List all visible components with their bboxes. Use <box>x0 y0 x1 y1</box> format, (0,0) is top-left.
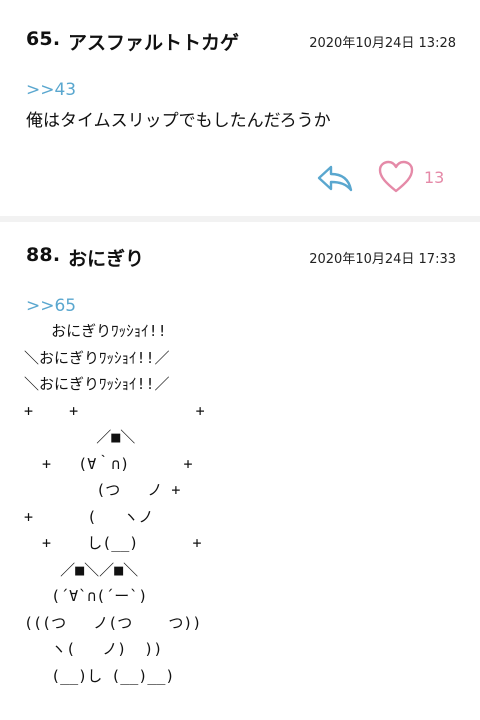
reply-anchor-link[interactable]: >>65 <box>26 296 76 316</box>
heart-icon <box>378 160 414 193</box>
post-number: 65. <box>26 28 61 50</box>
post-date: 2020年10月24日 17:33 <box>309 252 456 267</box>
ascii-art-body: おにぎりﾜｯｼｮｲ!! ＼おにぎりﾜｯｼｮｲ!!／ ＼おにぎりﾜｯｼｮｲ!!／ … <box>24 322 205 685</box>
reply-arrow-icon <box>317 165 353 192</box>
post-actions: 13 <box>316 158 456 198</box>
post-number: 88. <box>26 244 61 266</box>
post-88: 88. おにぎり 2020年10月24日 17:33 >>65 おにぎりﾜｯｼｮ… <box>0 222 480 720</box>
post-header: 65. アスファルトトカゲ 2020年10月24日 13:28 <box>26 28 456 56</box>
reply-anchor-link[interactable]: >>43 <box>26 80 76 100</box>
like-count: 13 <box>424 168 445 187</box>
post-65: 65. アスファルトトカゲ 2020年10月24日 13:28 >>43 俺はタ… <box>0 0 480 216</box>
reply-button[interactable] <box>316 162 354 194</box>
like-button[interactable] <box>378 160 414 194</box>
poster-name: アスファルトトカゲ <box>68 32 240 54</box>
post-date: 2020年10月24日 13:28 <box>309 36 456 51</box>
post-header: 88. おにぎり 2020年10月24日 17:33 <box>26 244 456 272</box>
post-body: 俺はタイムスリップでもしたんだろうか <box>26 111 331 131</box>
poster-name: おにぎり <box>68 248 145 270</box>
